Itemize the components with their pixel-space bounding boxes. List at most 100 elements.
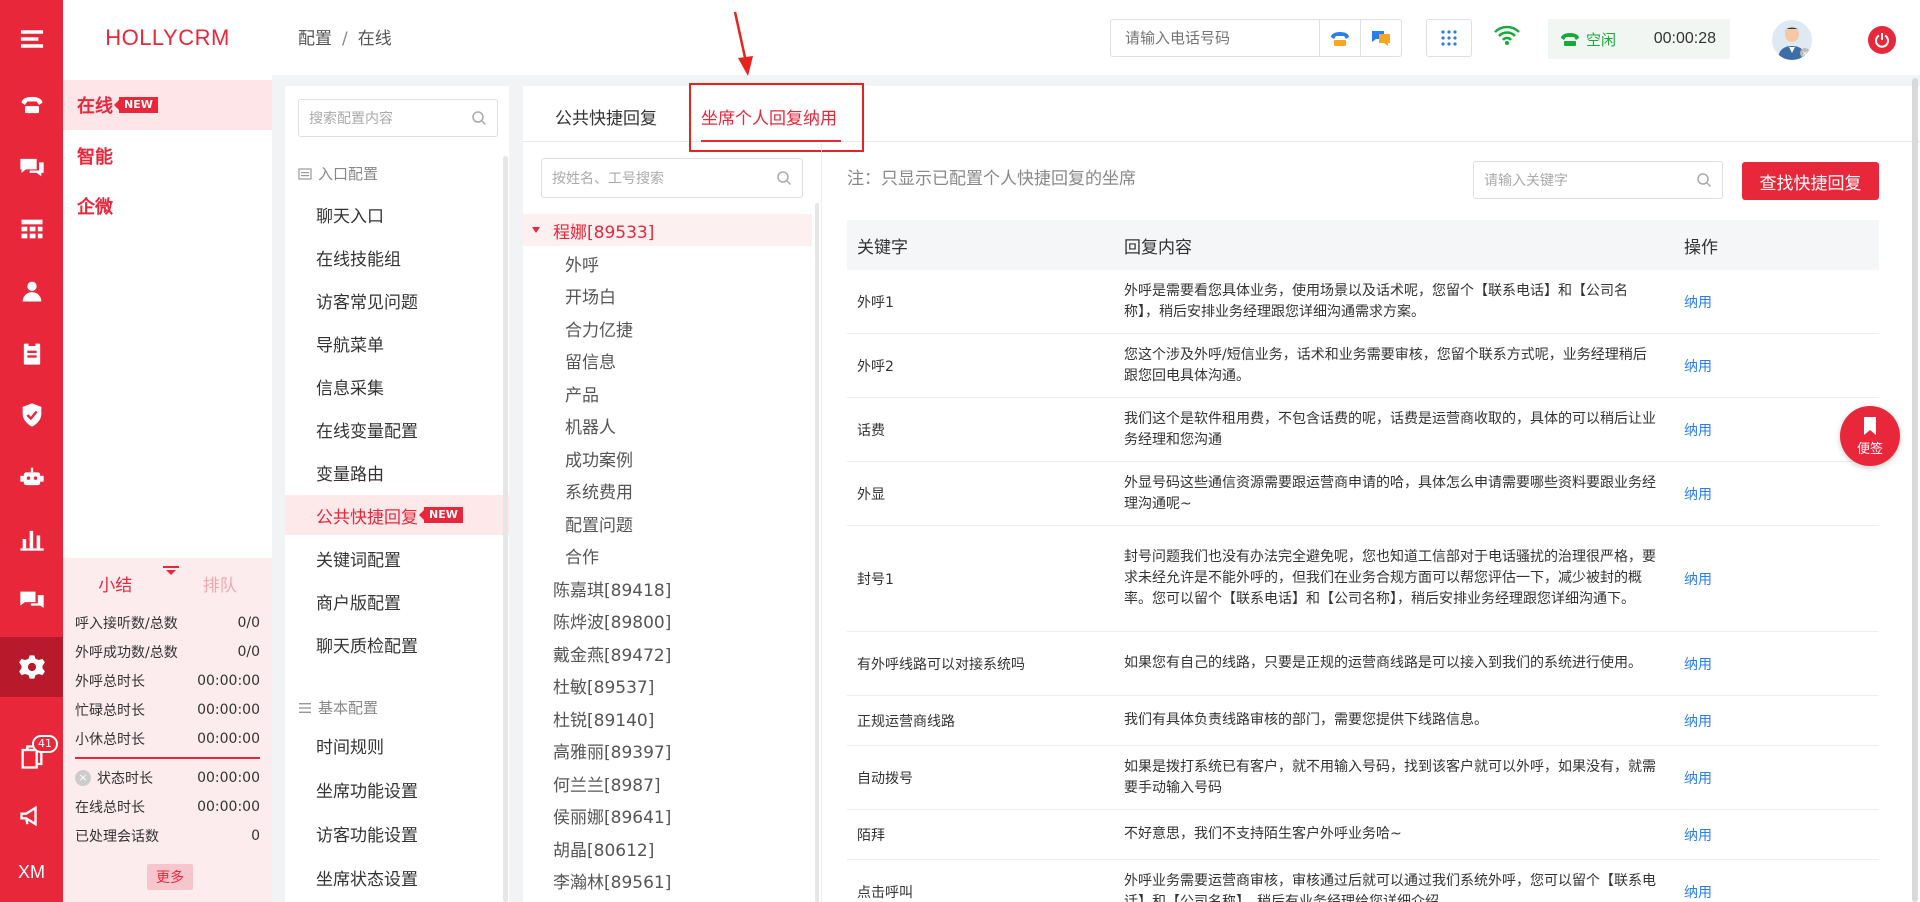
- adopt-link[interactable]: 纳用: [1674, 484, 1879, 504]
- config-item-public-quick-reply[interactable]: 公共快捷回复 NEW: [285, 495, 509, 535]
- tab-summary[interactable]: 小结: [98, 571, 132, 596]
- tree-node-agent[interactable]: 何兰兰[8987]: [523, 767, 812, 799]
- config-menu: 搜索配置内容 入口配置 聊天入口 在线技能组 访客常见问题 导航菜单 信息采集 …: [285, 86, 509, 902]
- phone-number-input[interactable]: [1111, 20, 1319, 56]
- message-icon[interactable]: [0, 571, 63, 631]
- adopt-link[interactable]: 纳用: [1674, 711, 1879, 731]
- breadcrumb-item[interactable]: 配置: [298, 29, 332, 49]
- tab-queue[interactable]: 排队: [203, 571, 237, 596]
- transfer-button[interactable]: [1360, 20, 1401, 56]
- shield-icon[interactable]: [0, 385, 63, 445]
- find-quick-reply-button[interactable]: 查找快捷回复: [1742, 162, 1879, 200]
- config-item[interactable]: 变量路由: [285, 452, 509, 492]
- subnav-label: 在线: [77, 96, 113, 117]
- adopt-link[interactable]: 纳用: [1674, 356, 1879, 376]
- adopt-link[interactable]: 纳用: [1674, 882, 1879, 902]
- gear-icon[interactable]: [0, 637, 63, 697]
- subnav-item-wecom[interactable]: 企微: [63, 181, 272, 231]
- search-icon: [1697, 173, 1712, 188]
- config-item[interactable]: 访客常见问题: [285, 280, 509, 320]
- power-icon: [1875, 33, 1889, 48]
- tree-node-agent[interactable]: 戴金燕[89472]: [523, 637, 812, 669]
- tree-node-category[interactable]: 合作: [523, 539, 812, 571]
- caret-down-icon[interactable]: [532, 227, 540, 233]
- config-item[interactable]: 坐席功能设置: [285, 769, 509, 809]
- memo-floating-button[interactable]: 便签: [1840, 406, 1900, 466]
- tree-node-agent[interactable]: 胡晶[80612]: [523, 832, 812, 864]
- adopt-link[interactable]: 纳用: [1674, 768, 1879, 788]
- tree-node-agent-selected[interactable]: 程娜[89533]: [523, 214, 812, 246]
- config-item[interactable]: 时间规则: [285, 725, 509, 765]
- tree-node-category[interactable]: 成功案例: [523, 442, 812, 474]
- breadcrumb-item: 在线: [357, 29, 392, 49]
- list-settings-icon: [299, 702, 311, 713]
- chat-icon[interactable]: [0, 137, 63, 197]
- wifi-icon: [1494, 25, 1520, 45]
- user-icon[interactable]: [0, 261, 63, 321]
- adopt-link[interactable]: 纳用: [1674, 654, 1879, 674]
- tree-node-category[interactable]: 留信息: [523, 344, 812, 376]
- tree-node-agent[interactable]: 陈烨波[89800]: [523, 604, 812, 636]
- config-item[interactable]: 商户版配置: [285, 581, 509, 621]
- tree-node-category[interactable]: 外呼: [523, 247, 812, 279]
- robot-icon[interactable]: [0, 447, 63, 507]
- tree-node-agent[interactable]: 李瀚林[89561]: [523, 864, 812, 896]
- tree-node-agent[interactable]: 杜敏[89537]: [523, 669, 812, 701]
- search-icon: [777, 171, 792, 186]
- tab-public-quick-reply[interactable]: 公共快捷回复: [555, 104, 657, 129]
- more-button[interactable]: 更多: [147, 864, 193, 890]
- config-item[interactable]: 在线技能组: [285, 237, 509, 277]
- logout-button[interactable]: [1868, 26, 1896, 54]
- agent-search-input[interactable]: 按姓名、工号搜索: [541, 158, 803, 198]
- config-item[interactable]: 坐席状态设置: [285, 857, 509, 897]
- keypad-button[interactable]: [1426, 19, 1472, 57]
- phone-dial-icon: [1331, 32, 1349, 46]
- scrollbar[interactable]: [815, 203, 819, 902]
- subnav-item-smart[interactable]: 智能: [63, 131, 272, 181]
- tree-node-category[interactable]: 产品: [523, 377, 812, 409]
- config-item[interactable]: 聊天质检配置: [285, 624, 509, 664]
- subnav-label: 企微: [77, 197, 113, 218]
- sub-nav-panel: HOLLYCRM 在线 NEW 智能 企微 小结 排队 呼入接听数/总数 0/0 …: [63, 0, 272, 902]
- close-icon[interactable]: ×: [75, 769, 91, 786]
- stat-row: 外呼成功数/总数 0/0: [75, 643, 260, 661]
- subnav-item-online[interactable]: 在线 NEW: [63, 80, 272, 130]
- collapse-arrow-icon[interactable]: [163, 566, 179, 576]
- tree-node-category[interactable]: 系统费用: [523, 474, 812, 506]
- config-item[interactable]: 在线变量配置: [285, 409, 509, 449]
- main-card: 公共快捷回复 坐席个人回复纳用 按姓名、工号搜索 程娜[89533] 外呼 开场…: [523, 83, 1920, 902]
- menu-icon[interactable]: [0, 9, 63, 69]
- tree-node-agent[interactable]: 侯丽娜[89641]: [523, 799, 812, 831]
- bar-chart-icon[interactable]: [0, 509, 63, 569]
- agent-status[interactable]: 空闲 00:00:28: [1548, 19, 1730, 59]
- tree-node-agent[interactable]: 高雅丽[89397]: [523, 734, 812, 766]
- status-timer: 00:00:28: [1653, 30, 1716, 47]
- dashboard-grid-icon[interactable]: [0, 199, 63, 259]
- adopt-link[interactable]: 纳用: [1674, 825, 1879, 845]
- dial-button[interactable]: [1319, 20, 1360, 56]
- config-item[interactable]: 访客功能设置: [285, 813, 509, 853]
- config-item[interactable]: 关键词配置: [285, 538, 509, 578]
- scrollbar[interactable]: [1912, 78, 1918, 902]
- tree-node-agent[interactable]: 杜锐[89140]: [523, 702, 812, 734]
- scrollbar[interactable]: [503, 156, 508, 902]
- config-item[interactable]: 导航菜单: [285, 323, 509, 363]
- clipboard-icon[interactable]: [0, 323, 63, 383]
- tree-node-category[interactable]: 开场白: [523, 279, 812, 311]
- avatar[interactable]: ×: [1772, 20, 1812, 60]
- config-item[interactable]: 聊天入口: [285, 194, 509, 234]
- tree-node-category[interactable]: 合力亿捷: [523, 312, 812, 344]
- xm-label[interactable]: XM: [0, 842, 63, 902]
- config-search-input[interactable]: 搜索配置内容: [298, 99, 498, 137]
- megaphone-icon[interactable]: [0, 786, 63, 846]
- tree-node-agent[interactable]: 陈嘉琪[89418]: [523, 572, 812, 604]
- phone-icon[interactable]: [0, 75, 63, 135]
- keyword-search-input[interactable]: 请输入关键字: [1473, 161, 1723, 199]
- adopt-link[interactable]: 纳用: [1674, 292, 1879, 312]
- stat-row: 小休总时长 00:00:00: [75, 730, 260, 748]
- tree-node-category[interactable]: 机器人: [523, 409, 812, 441]
- config-item[interactable]: 信息采集: [285, 366, 509, 406]
- book-icon[interactable]: 41: [0, 727, 63, 787]
- adopt-link[interactable]: 纳用: [1674, 569, 1879, 589]
- tree-node-category[interactable]: 配置问题: [523, 507, 812, 539]
